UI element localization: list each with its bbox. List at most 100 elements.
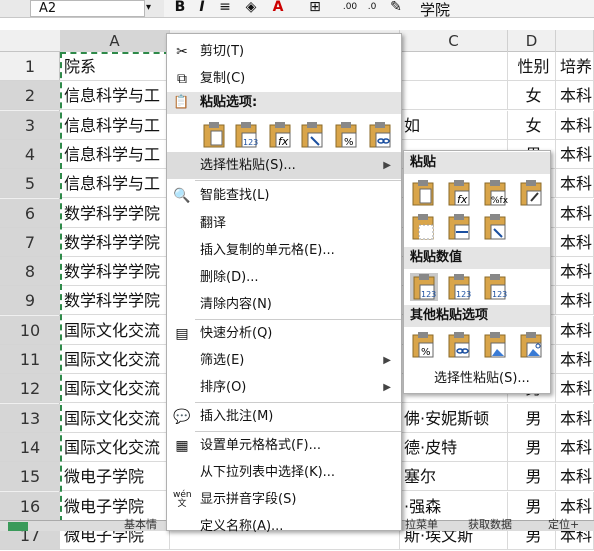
menu-item-sort[interactable]: 排序(O) ▶ [167, 374, 401, 401]
sheet-tab[interactable]: 基本情 [124, 519, 157, 531]
row-header[interactable]: 1 [0, 52, 60, 81]
cell-d[interactable]: 女 [508, 110, 556, 140]
row-header[interactable]: 15 [0, 462, 60, 492]
column-header-d[interactable]: D [508, 30, 556, 52]
submenu-paste-special-link[interactable]: 选择性粘贴(S)... [434, 367, 530, 386]
cell-e[interactable]: 本科 [556, 257, 594, 287]
paste-formulas-number-format-icon[interactable]: %fx [482, 179, 508, 207]
row-header[interactable]: 5 [0, 169, 60, 199]
cell-c[interactable]: 佛·安妮斯顿 [400, 403, 508, 433]
cell-d[interactable]: 性别 [508, 52, 556, 81]
paste-icon[interactable] [410, 179, 436, 207]
menu-item-cut[interactable]: ✂ 剪切(T) [167, 38, 401, 65]
paste-transpose-icon[interactable] [482, 213, 508, 241]
name-box-dropdown-icon[interactable]: ▾ [146, 2, 151, 13]
paste-keep-widths-icon[interactable] [446, 213, 472, 241]
menu-item-copy[interactable]: ⧉ 复制(C) [167, 65, 401, 92]
paste-values-source-format-icon[interactable]: 123 [482, 273, 508, 301]
menu-item-quick-analysis[interactable]: ▤ 快速分析(Q) [167, 320, 401, 347]
sheet-tab[interactable]: 拉菜单 [405, 519, 438, 531]
cell-c[interactable]: 如 [400, 110, 508, 140]
cell-e[interactable]: 本科 [556, 110, 594, 140]
menu-item-translate[interactable]: 翻译 [167, 210, 401, 237]
cell-e[interactable]: 本科 [556, 81, 594, 111]
cell-c[interactable]: 塞尔 [400, 462, 508, 492]
cell-e[interactable]: 本科 [556, 345, 594, 374]
cell-e[interactable]: 本科 [556, 315, 594, 345]
row-header[interactable]: 13 [0, 403, 60, 433]
menu-item-paste-special[interactable]: 选择性粘贴(S)... ▶ [167, 152, 401, 179]
menu-item-clear-contents[interactable]: 清除内容(N) [167, 291, 401, 318]
fill-color-icon[interactable]: ◈ [240, 0, 262, 16]
paste-keep-source-format-icon[interactable] [518, 179, 544, 207]
paste-formatting-icon[interactable]: % [410, 331, 436, 359]
row-header[interactable]: 8 [0, 257, 60, 287]
column-header-a[interactable]: A [60, 30, 170, 52]
cell-c[interactable]: 德·皮特 [400, 432, 508, 462]
paste-linked-picture-icon[interactable] [518, 331, 544, 359]
menu-item-insert-comment[interactable]: 💬 插入批注(M) [167, 403, 401, 430]
italic-button[interactable]: I [195, 0, 209, 16]
paste-values-icon[interactable]: 123 [233, 121, 259, 149]
align-icon[interactable]: ≡ [216, 0, 234, 16]
menu-item-filter[interactable]: 筛选(E) ▶ [167, 347, 401, 374]
cell-e[interactable]: 本科 [556, 139, 594, 169]
cell-e[interactable]: 本科 [556, 286, 594, 316]
cell-e[interactable]: 本科 [556, 227, 594, 257]
cell-d[interactable]: 女 [508, 81, 556, 111]
bold-button[interactable]: B [172, 0, 188, 16]
cell-e[interactable]: 本科 [556, 169, 594, 199]
cell-d[interactable]: 男 [508, 403, 556, 433]
row-header[interactable]: 2 [0, 81, 60, 111]
border-icon[interactable]: ⊞ [305, 0, 325, 16]
row-header[interactable]: 16 [0, 491, 60, 521]
paste-formulas-icon[interactable]: fx [267, 121, 293, 149]
paste-link-icon[interactable] [446, 331, 472, 359]
menu-item-define-name[interactable]: 定义名称(A)... [167, 513, 401, 540]
decrease-decimal-icon[interactable]: .00 [340, 0, 360, 16]
cell-e[interactable]: 本科 [556, 198, 594, 228]
paste-formulas-icon[interactable]: fx [446, 179, 472, 207]
menu-item-show-phonetic[interactable]: wén 文 显示拼音字段(S) [167, 486, 401, 513]
cell-e[interactable]: 本科 [556, 374, 594, 404]
cell-d[interactable]: 男 [508, 432, 556, 462]
row-header[interactable]: 11 [0, 345, 60, 374]
row-header[interactable]: 3 [0, 110, 60, 140]
cell-e[interactable]: 本科 [556, 432, 594, 462]
row-header[interactable]: 7 [0, 227, 60, 257]
menu-item-delete[interactable]: 删除(D)... [167, 264, 401, 291]
cell-d[interactable]: 男 [508, 491, 556, 521]
column-header-e[interactable] [556, 30, 594, 52]
paste-icon[interactable] [201, 121, 227, 149]
paste-no-borders-icon[interactable] [410, 213, 436, 241]
row-header[interactable]: 10 [0, 315, 60, 345]
menu-item-pick-from-list[interactable]: 从下拉列表中选择(K)... [167, 459, 401, 486]
row-header[interactable]: 4 [0, 139, 60, 169]
paste-link-icon[interactable] [367, 121, 393, 149]
row-header[interactable]: 14 [0, 432, 60, 462]
cell-e[interactable]: 本科 [556, 462, 594, 492]
menu-item-smart-lookup[interactable]: 🔍 智能查找(L) [167, 182, 401, 209]
cell-c[interactable] [400, 52, 508, 81]
cell-e[interactable]: 培养 [556, 52, 594, 81]
format-painter-icon[interactable]: ✎ [386, 0, 406, 16]
sheet-tab[interactable]: 定位+ [548, 519, 579, 531]
menu-item-format-cells[interactable]: ▦ 设置单元格格式(F)... [167, 432, 401, 459]
row-header[interactable]: 12 [0, 374, 60, 404]
paste-values-icon[interactable]: 123 [410, 273, 438, 301]
cell-d[interactable]: 男 [508, 462, 556, 492]
paste-formatting-icon[interactable]: % [333, 121, 359, 149]
name-box[interactable]: A2 [30, 0, 145, 17]
cell-e[interactable]: 本科 [556, 403, 594, 433]
increase-decimal-icon[interactable]: .0 [362, 0, 382, 16]
paste-values-number-format-icon[interactable]: 123 [446, 273, 472, 301]
paste-transpose-icon[interactable] [299, 121, 325, 149]
row-header[interactable]: 6 [0, 198, 60, 228]
cell-c[interactable]: ·强森 [400, 491, 508, 521]
column-header-c[interactable]: C [400, 30, 508, 52]
cell-e[interactable]: 本科 [556, 491, 594, 521]
paste-picture-icon[interactable] [482, 331, 508, 359]
font-color-button[interactable]: A [270, 0, 286, 16]
sheet-tab[interactable]: 获取数据 [468, 519, 512, 531]
row-header[interactable]: 9 [0, 286, 60, 316]
